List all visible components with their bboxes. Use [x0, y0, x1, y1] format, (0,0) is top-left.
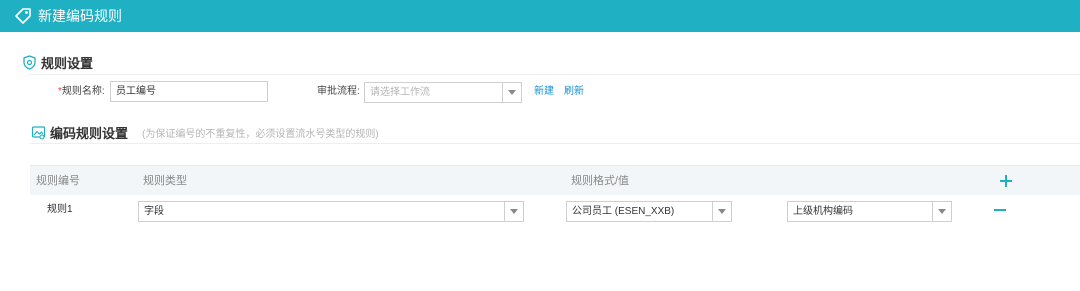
approval-flow-select[interactable]: 请选择工作流: [364, 82, 522, 103]
column-header-rule-format: 规则格式/值: [571, 175, 630, 187]
chevron-down-icon[interactable]: [932, 202, 951, 221]
code-rule-note: (为保证编号的不重复性，必须设置流水号类型的规则): [142, 129, 379, 140]
rule-name-input[interactable]: 员工编号: [110, 81, 268, 102]
new-flow-link[interactable]: 新建: [534, 82, 554, 102]
column-header-rule-type: 规则类型: [143, 175, 187, 187]
add-rule-button[interactable]: [996, 171, 1016, 191]
column-header-rule-id: 规则编号: [36, 175, 80, 187]
section-divider: [30, 74, 1080, 75]
chevron-down-icon[interactable]: [504, 202, 523, 221]
image-settings-icon: [31, 125, 46, 140]
rule-name-label-text: 规则名称:: [61, 86, 105, 97]
section-divider: [30, 143, 1080, 144]
rule-name-label: *规则名称:: [58, 82, 105, 102]
rule-format-value: 公司员工 (ESEN_XXB): [572, 206, 675, 217]
chevron-down-icon[interactable]: [502, 83, 521, 102]
approval-flow-label: 审批流程:: [317, 86, 360, 97]
tag-icon: [14, 7, 32, 25]
code-rule-settings-header: 编码规则设置 (为保证编号的不重复性，必须设置流水号类型的规则): [31, 123, 379, 142]
title-bar: 新建编码规则: [0, 0, 1080, 32]
minus-icon: [994, 209, 1006, 211]
rule-value-value: 上级机构编码: [793, 206, 853, 217]
code-rule-settings-title: 编码规则设置: [50, 126, 129, 141]
remove-rule-button[interactable]: [990, 200, 1010, 220]
rule-settings-title: 规则设置: [41, 56, 94, 71]
refresh-link[interactable]: 刷新: [564, 82, 584, 102]
chevron-down-icon[interactable]: [712, 202, 731, 221]
window-title: 新建编码规则: [38, 8, 122, 24]
approval-flow-placeholder: 请选择工作流: [370, 87, 430, 98]
rules-table-header: 规则编号 规则类型 规则格式/值: [30, 165, 1080, 195]
rule-type-select[interactable]: 字段: [138, 201, 524, 222]
shield-settings-icon: [22, 55, 37, 70]
rule-format-select[interactable]: 公司员工 (ESEN_XXB): [566, 201, 732, 222]
rule-id-cell: 规则1: [47, 204, 73, 215]
plus-icon: [1000, 175, 1012, 187]
rule-type-value: 字段: [144, 206, 164, 217]
rule-value-select[interactable]: 上级机构编码: [787, 201, 952, 222]
rule-settings-header: 规则设置: [22, 53, 93, 72]
